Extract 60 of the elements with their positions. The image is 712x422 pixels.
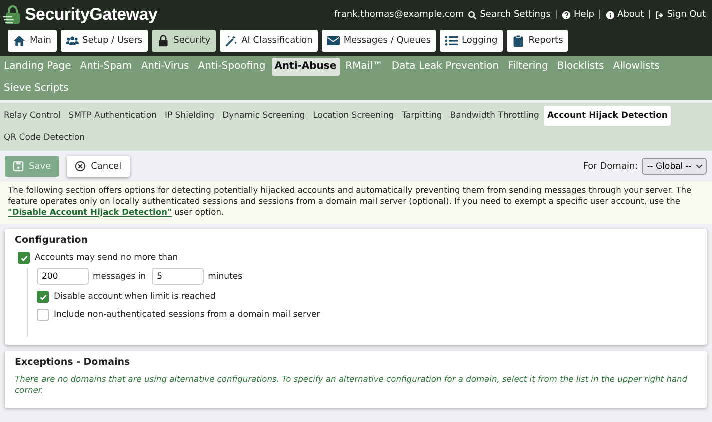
checkbox-label: Accounts may send no more than bbox=[35, 253, 178, 263]
search-icon bbox=[468, 10, 478, 20]
field-label: minutes bbox=[208, 272, 243, 282]
separator: | bbox=[648, 10, 652, 20]
main-tab[interactable]: Messages / Queues bbox=[322, 30, 436, 52]
chevron-down-icon bbox=[696, 164, 703, 169]
section-tab[interactable]: Account Hijack Detection bbox=[544, 106, 671, 126]
main-tab[interactable]: Main bbox=[8, 30, 56, 52]
description-text: The following section offers options for detecting potentially hijacked accounts and automatically preventing them from sending messages through your server. The feature operates only on locally authenticated sessions and sessions from a domain mail server (optional). If you need to exempt a specific user account, use the "Disable Account Hijack Detection" user option. bbox=[0, 182, 712, 224]
envelope-icon bbox=[326, 35, 340, 47]
domain-label: For Domain: bbox=[583, 162, 638, 172]
info-icon bbox=[606, 10, 615, 20]
panel-title: Configuration bbox=[15, 235, 90, 246]
section-tab[interactable]: Relay Control bbox=[1, 106, 64, 126]
section-tab[interactable]: Dynamic Screening bbox=[220, 106, 308, 126]
section-tab[interactable]: Tarpitting bbox=[399, 106, 446, 126]
main-tab[interactable]: Setup / Users bbox=[60, 30, 148, 52]
header-link[interactable]: Sign Out bbox=[655, 10, 706, 20]
logo-icon bbox=[3, 5, 23, 25]
sub-tab[interactable]: Anti-Abuse bbox=[272, 58, 340, 76]
lock-icon bbox=[156, 35, 170, 47]
users-icon bbox=[66, 35, 78, 47]
disable-detection-link[interactable]: "Disable Account Hijack Detection" bbox=[8, 207, 172, 217]
section-tab[interactable]: Bandwidth Throttling bbox=[447, 106, 542, 126]
section-tab[interactable]: Location Screening bbox=[310, 106, 398, 126]
magic-wand-icon bbox=[224, 35, 238, 47]
close-icon bbox=[75, 161, 86, 172]
checkmark-icon bbox=[38, 292, 48, 302]
home-icon bbox=[13, 35, 26, 47]
checkbox-label: Include non-authenticated sessions from a domain mail server bbox=[54, 310, 320, 320]
section-tab[interactable]: SMTP Authentication bbox=[66, 106, 160, 126]
header-link[interactable]: Help bbox=[562, 10, 594, 20]
checkbox[interactable] bbox=[37, 309, 49, 321]
user-email: frank.thomas@example.com bbox=[334, 10, 464, 20]
help-icon bbox=[562, 10, 571, 20]
separator: | bbox=[598, 10, 602, 20]
domain-dropdown[interactable]: -- Global -- bbox=[642, 158, 707, 175]
section-tab[interactable]: QR Code Detection bbox=[1, 128, 88, 148]
exceptions-message: There are no domains that are using alternative configurations. To specify an alternative configuration for a domain, select it from the list in the upper right hand corner. bbox=[15, 374, 689, 396]
header-link[interactable]: Search Settings bbox=[468, 10, 551, 20]
header-link[interactable]: About bbox=[606, 10, 644, 20]
checkmark-icon bbox=[20, 254, 28, 262]
main-tab[interactable]: Logging bbox=[440, 30, 503, 52]
messages-field[interactable]: 200 bbox=[37, 268, 89, 285]
field-label: messages in bbox=[93, 272, 146, 282]
checkbox[interactable] bbox=[18, 252, 30, 264]
main-tab[interactable]: Security bbox=[152, 30, 216, 52]
clipboard-icon bbox=[512, 35, 525, 47]
app-logo: SecurityGateway bbox=[25, 5, 158, 25]
main-tab[interactable]: AI Classification bbox=[220, 30, 318, 52]
checkbox[interactable] bbox=[37, 291, 49, 303]
minutes-field[interactable]: 5 bbox=[152, 268, 204, 285]
separator: | bbox=[554, 10, 558, 20]
main-tab[interactable]: Reports bbox=[506, 30, 568, 52]
section-tab[interactable]: IP Shielding bbox=[162, 106, 218, 126]
list-icon bbox=[445, 35, 458, 47]
panel-title: Exceptions - Domains bbox=[15, 357, 132, 368]
cancel-button[interactable]: Cancel bbox=[67, 156, 130, 177]
checkbox-label: Disable account when limit is reached bbox=[54, 292, 216, 302]
sign-out-icon bbox=[655, 10, 664, 20]
